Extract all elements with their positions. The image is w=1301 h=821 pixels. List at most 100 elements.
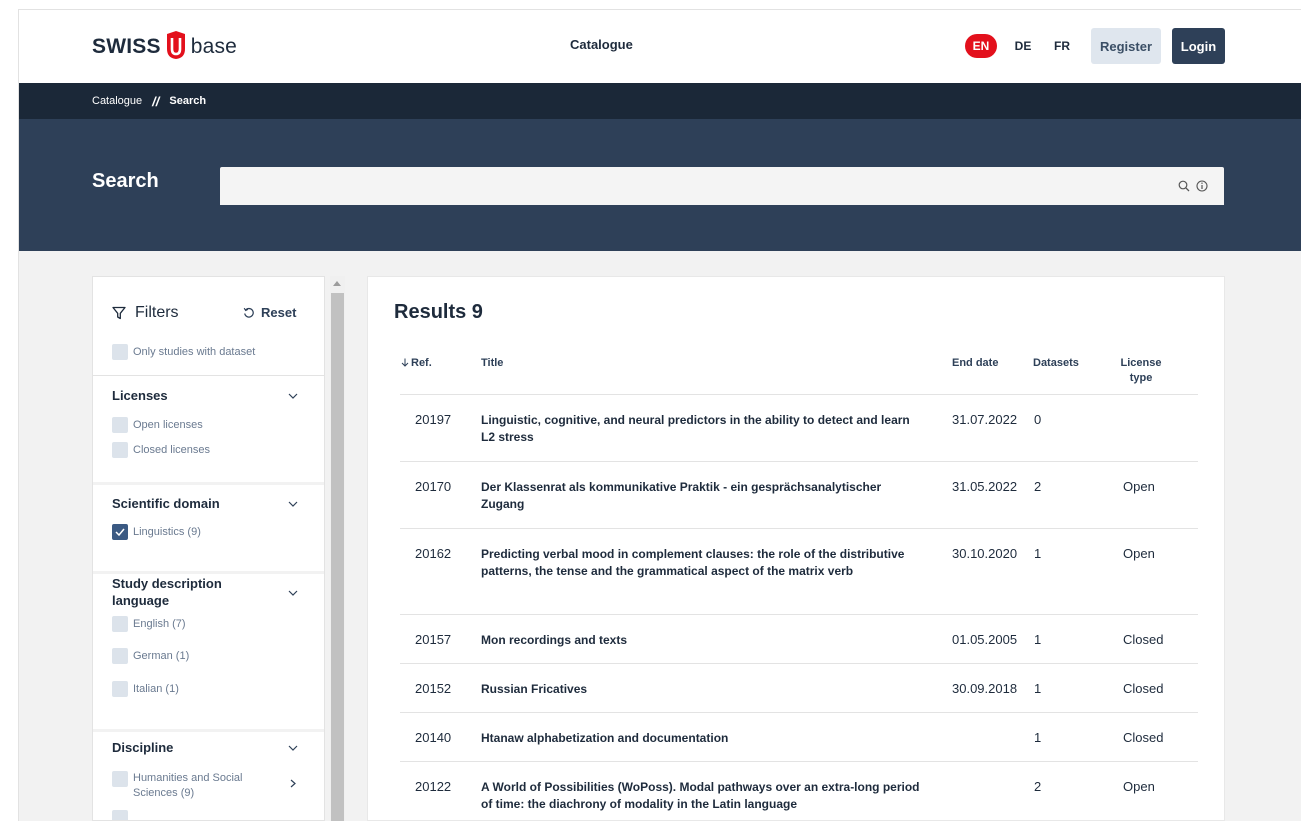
chevron-right-icon[interactable] [290,779,296,788]
row-license: Closed [1123,730,1164,745]
breadcrumb-current: Search [169,95,207,107]
chevron-down-icon[interactable] [288,745,298,751]
row-ref: 20152 [415,681,452,696]
checkbox-box[interactable] [112,417,128,433]
row-license: Open [1123,479,1155,494]
filter-option-closed-licenses[interactable]: Closed licenses [112,442,210,458]
row-datasets: 1 [1034,681,1042,696]
row-title[interactable]: A World of Possibilities (WoPoss). Modal… [481,779,926,813]
checkbox-box-checked[interactable] [112,524,128,540]
checkbox-box[interactable] [112,616,128,632]
lang-de-button[interactable]: DE [1011,34,1035,58]
column-header-license-type[interactable]: License type [1111,356,1171,386]
search-title: Search [92,170,159,192]
filter-option-open-licenses[interactable]: Open licenses [112,417,203,433]
checkbox-box[interactable] [112,810,128,820]
table-row[interactable]: 20197 Linguistic, cognitive, and neural … [400,394,1198,462]
row-end-date: 30.10.2020 [952,546,1018,561]
filter-option-german[interactable]: German (1) [112,648,189,664]
row-datasets: 1 [1034,632,1042,647]
checkbox-label: Only studies with dataset [133,346,256,358]
chevron-down-icon[interactable] [288,393,298,399]
filter-funnel-icon [112,306,126,320]
row-license: Open [1123,779,1155,794]
checkbox-box[interactable] [112,344,128,360]
table-row[interactable]: 20122 A World of Possibilities (WoPoss).… [400,761,1198,821]
filters-scrollbar[interactable] [330,276,345,821]
row-datasets: 0 [1034,412,1042,427]
row-title[interactable]: Predicting verbal mood in complement cla… [481,546,926,580]
row-end-date: 31.05.2022 [952,479,1018,494]
checkbox-label: German (1) [133,650,190,662]
row-license: Closed [1123,681,1164,696]
row-ref: 20162 [415,546,452,561]
chevron-down-icon[interactable] [288,590,298,596]
info-icon[interactable] [1196,180,1208,192]
scroll-up-arrow-icon[interactable] [333,281,341,286]
search-input[interactable] [220,167,1224,205]
filter-option-linguistics[interactable]: Linguistics (9) [112,524,201,540]
study-description-language-section-title[interactable]: Study description language [112,575,252,609]
row-datasets: 2 [1034,779,1042,794]
table-row[interactable]: 20162 Predicting verbal mood in compleme… [400,528,1198,615]
logo-text-left: SWISS [92,35,161,58]
reset-filters-button[interactable]: Reset [243,305,296,320]
page: SWISS base Catalogue EN DE FR Register L… [18,9,1301,821]
checkbox-label: Open licenses [133,419,203,431]
checkbox-box[interactable] [112,648,128,664]
table-row[interactable]: 20170 Der Klassenrat als kommunikative P… [400,461,1198,529]
filter-option-humanities[interactable]: Humanities and Social Sciences (9) [112,771,261,801]
breadcrumb-catalogue[interactable]: Catalogue [92,95,142,107]
scrollbar-thumb[interactable] [331,293,344,821]
section-gap [93,571,324,574]
only-with-dataset-checkbox[interactable]: Only studies with dataset [112,344,255,360]
lang-en-button[interactable]: EN [965,34,997,58]
table-row[interactable]: 20140 Htanaw alphabetization and documen… [400,712,1198,762]
checkbox-label: English (7) [133,618,186,630]
chevron-down-icon[interactable] [288,501,298,507]
lang-fr-button[interactable]: FR [1050,34,1074,58]
column-header-ref[interactable]: Ref. [401,356,432,371]
row-ref: 20140 [415,730,452,745]
checkbox-label: Closed licenses [133,444,211,456]
filter-option-english[interactable]: English (7) [112,616,186,632]
row-title[interactable]: Htanaw alphabetization and documentation [481,730,926,747]
row-end-date: 30.09.2018 [952,681,1018,696]
row-title[interactable]: Mon recordings and texts [481,632,926,649]
row-title[interactable]: Der Klassenrat als kommunikative Praktik… [481,479,926,513]
scientific-domain-section-title[interactable]: Scientific domain [112,495,220,512]
row-ref: 20197 [415,412,452,427]
results-panel: Results 9 Ref. Title End date Datasets L… [367,276,1225,821]
login-button[interactable]: Login [1172,28,1225,64]
licenses-section-title[interactable]: Licenses [112,387,168,404]
checkbox-label: Humanities and Social Sciences (9) [133,772,243,799]
checkbox-box[interactable] [112,681,128,697]
column-header-title[interactable]: Title [481,356,503,371]
checkbox-label: Linguistics (9) [133,526,201,538]
row-title[interactable]: Russian Fricatives [481,681,926,698]
discipline-section-title[interactable]: Discipline [112,739,173,756]
column-header-datasets[interactable]: Datasets [1033,356,1079,371]
checkbox-box[interactable] [112,771,128,787]
row-datasets: 2 [1034,479,1042,494]
row-license: Open [1123,546,1155,561]
table-row[interactable]: 20157 Mon recordings and texts 01.05.200… [400,614,1198,664]
column-header-end-date[interactable]: End date [952,356,998,371]
search-banner: Search [19,119,1301,251]
filters-title: Filters [135,304,179,321]
row-end-date: 31.07.2022 [952,412,1018,427]
checkmark-icon [115,528,125,536]
checkbox-box[interactable] [112,442,128,458]
row-datasets: 1 [1034,730,1042,745]
row-title[interactable]: Linguistic, cognitive, and neural predic… [481,412,926,446]
nav-catalogue-link[interactable]: Catalogue [570,37,633,52]
register-button[interactable]: Register [1091,28,1161,64]
swissubase-logo[interactable]: SWISS base [92,31,237,61]
filter-option-italian[interactable]: Italian (1) [112,681,179,697]
filter-option-cutoff[interactable] [112,810,133,820]
table-row[interactable]: 20152 Russian Fricatives 30.09.2018 1 Cl… [400,663,1198,713]
section-gap [93,729,324,732]
top-header: SWISS base Catalogue EN DE FR Register L… [19,10,1301,83]
row-license: Closed [1123,632,1164,647]
search-icon[interactable] [1178,180,1190,192]
